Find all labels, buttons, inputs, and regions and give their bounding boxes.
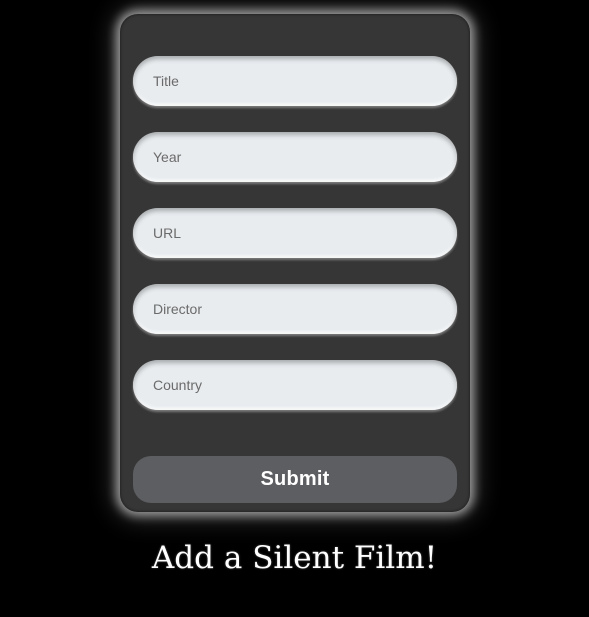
film-form-card: Submit [120, 14, 470, 512]
country-input[interactable] [133, 360, 457, 410]
year-input[interactable] [133, 132, 457, 182]
director-input[interactable] [133, 284, 457, 334]
title-input[interactable] [133, 56, 457, 106]
page-title: Add a Silent Film! [151, 540, 438, 576]
submit-button[interactable]: Submit [133, 456, 457, 503]
url-input[interactable] [133, 208, 457, 258]
